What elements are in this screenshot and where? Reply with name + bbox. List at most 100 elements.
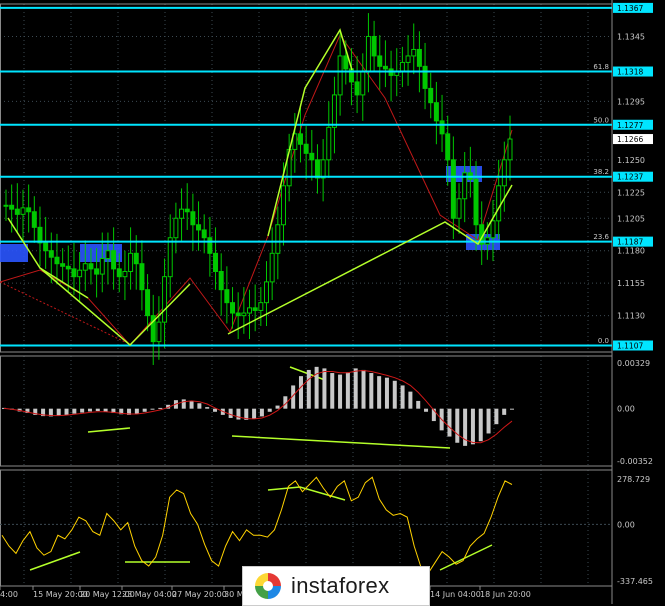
candle-body xyxy=(122,270,128,278)
candle-body xyxy=(416,48,422,67)
macd-bar xyxy=(181,399,186,409)
candle-body xyxy=(116,268,122,278)
candle-body xyxy=(20,207,26,215)
macd-bar xyxy=(353,368,358,409)
macd-bar xyxy=(213,408,218,412)
candle-body xyxy=(258,302,264,311)
candle-body xyxy=(213,252,219,272)
candle-body xyxy=(43,242,49,252)
candle-body xyxy=(139,263,145,291)
candle-body xyxy=(326,126,332,161)
candle-body xyxy=(82,263,88,271)
macd-bar xyxy=(502,408,507,415)
macd-bar xyxy=(330,373,335,409)
candle-body xyxy=(275,224,281,254)
macd-bar xyxy=(424,408,429,412)
candle-body xyxy=(37,226,43,244)
macd-bar xyxy=(494,408,499,425)
candle-body xyxy=(207,237,213,254)
macd-bar xyxy=(87,408,92,412)
candle-body xyxy=(360,71,366,96)
candle-body xyxy=(365,35,371,73)
candle-body xyxy=(184,208,190,213)
macd-bar xyxy=(416,400,421,409)
macd-bar xyxy=(345,372,350,409)
candle-body xyxy=(501,159,507,187)
candle-body xyxy=(218,270,224,291)
candle-body xyxy=(433,102,439,122)
macd-bar xyxy=(322,368,327,409)
fib-price-label: 1.1318 xyxy=(617,68,643,77)
candle-body xyxy=(507,138,513,161)
current-price-label: 1.1266 xyxy=(617,135,643,144)
macd-bar xyxy=(56,408,61,416)
macd-bar xyxy=(236,408,241,420)
candle-body xyxy=(269,252,275,283)
candle-body xyxy=(179,208,185,219)
macd-bar xyxy=(259,408,264,417)
candle-body xyxy=(54,256,60,265)
fib-block xyxy=(0,244,28,262)
time-label: 4:00 xyxy=(0,590,18,599)
fib-level-blocks xyxy=(0,166,500,262)
price-tick-label: 1.1295 xyxy=(617,97,645,106)
price-tick-label: 1.1130 xyxy=(617,312,645,321)
macd-tick-label: 0.00329 xyxy=(617,359,650,368)
candle-body xyxy=(190,211,196,226)
macd-tick-label: 0.00 xyxy=(617,405,635,414)
time-label: 23 May 04:00 xyxy=(122,590,177,599)
candle-body xyxy=(201,229,207,239)
candle-body xyxy=(371,35,377,57)
candle-body xyxy=(3,204,9,207)
price-tick-label: 1.1205 xyxy=(617,214,645,223)
candle-body xyxy=(128,252,134,272)
fib-pct-label: 50.0 xyxy=(593,116,609,124)
candle-body xyxy=(241,312,247,317)
candle-body xyxy=(77,269,83,278)
candle-body xyxy=(65,265,71,270)
candle-body xyxy=(99,258,105,275)
macd-bar xyxy=(205,407,210,409)
candle-body xyxy=(48,250,54,258)
price-tick-label: 1.1180 xyxy=(617,247,645,256)
time-label: 18 Jun 20:00 xyxy=(480,590,531,599)
macd-bar xyxy=(298,376,303,409)
price-tick-label: 1.1155 xyxy=(617,279,645,288)
instaforex-logo: instaforex xyxy=(242,566,430,606)
fib-price-label: 1.1107 xyxy=(617,342,643,351)
candle-body xyxy=(309,152,315,161)
fib-price-label: 1.1367 xyxy=(617,4,643,13)
fib-price-label: 1.1237 xyxy=(617,173,643,182)
trend-line xyxy=(439,544,493,571)
macd-panel: 0.00329 0.00 -0.00352 xyxy=(2,359,653,466)
instaforex-logo-text: instaforex xyxy=(291,573,390,598)
macd-bar xyxy=(95,408,100,411)
fib-price-label: 1.1187 xyxy=(617,238,643,247)
candle-body xyxy=(224,289,230,304)
candle-body xyxy=(14,208,20,215)
instaforex-logo-icon xyxy=(255,573,281,599)
trading-chart[interactable]: 1.1367 61.8 1.1318 50.0 1.1277 38.2 1.1237 23.6… xyxy=(0,0,665,604)
macd-bar xyxy=(150,408,155,410)
macd-bar xyxy=(455,408,460,443)
macd-bar xyxy=(228,408,233,418)
fib-pct-label: 23.6 xyxy=(593,233,609,241)
trend-line xyxy=(231,435,451,449)
candle-body xyxy=(320,159,326,179)
cci-tick-label: -337.465 xyxy=(617,577,653,586)
candle-body xyxy=(331,94,337,128)
macd-signal-line xyxy=(3,370,513,444)
candle-body xyxy=(445,133,451,161)
macd-bar xyxy=(338,374,343,409)
candle-body xyxy=(456,198,462,219)
candle-body xyxy=(230,302,236,314)
candle-body xyxy=(297,133,303,145)
candle-body xyxy=(405,55,411,63)
macd-bar xyxy=(158,407,163,409)
trend-line xyxy=(87,427,131,433)
candle-body xyxy=(337,55,343,96)
candle-body xyxy=(399,61,405,73)
macd-bar xyxy=(377,376,382,409)
cci-tick-label: 278.729 xyxy=(617,475,650,484)
macd-bar xyxy=(447,408,452,437)
